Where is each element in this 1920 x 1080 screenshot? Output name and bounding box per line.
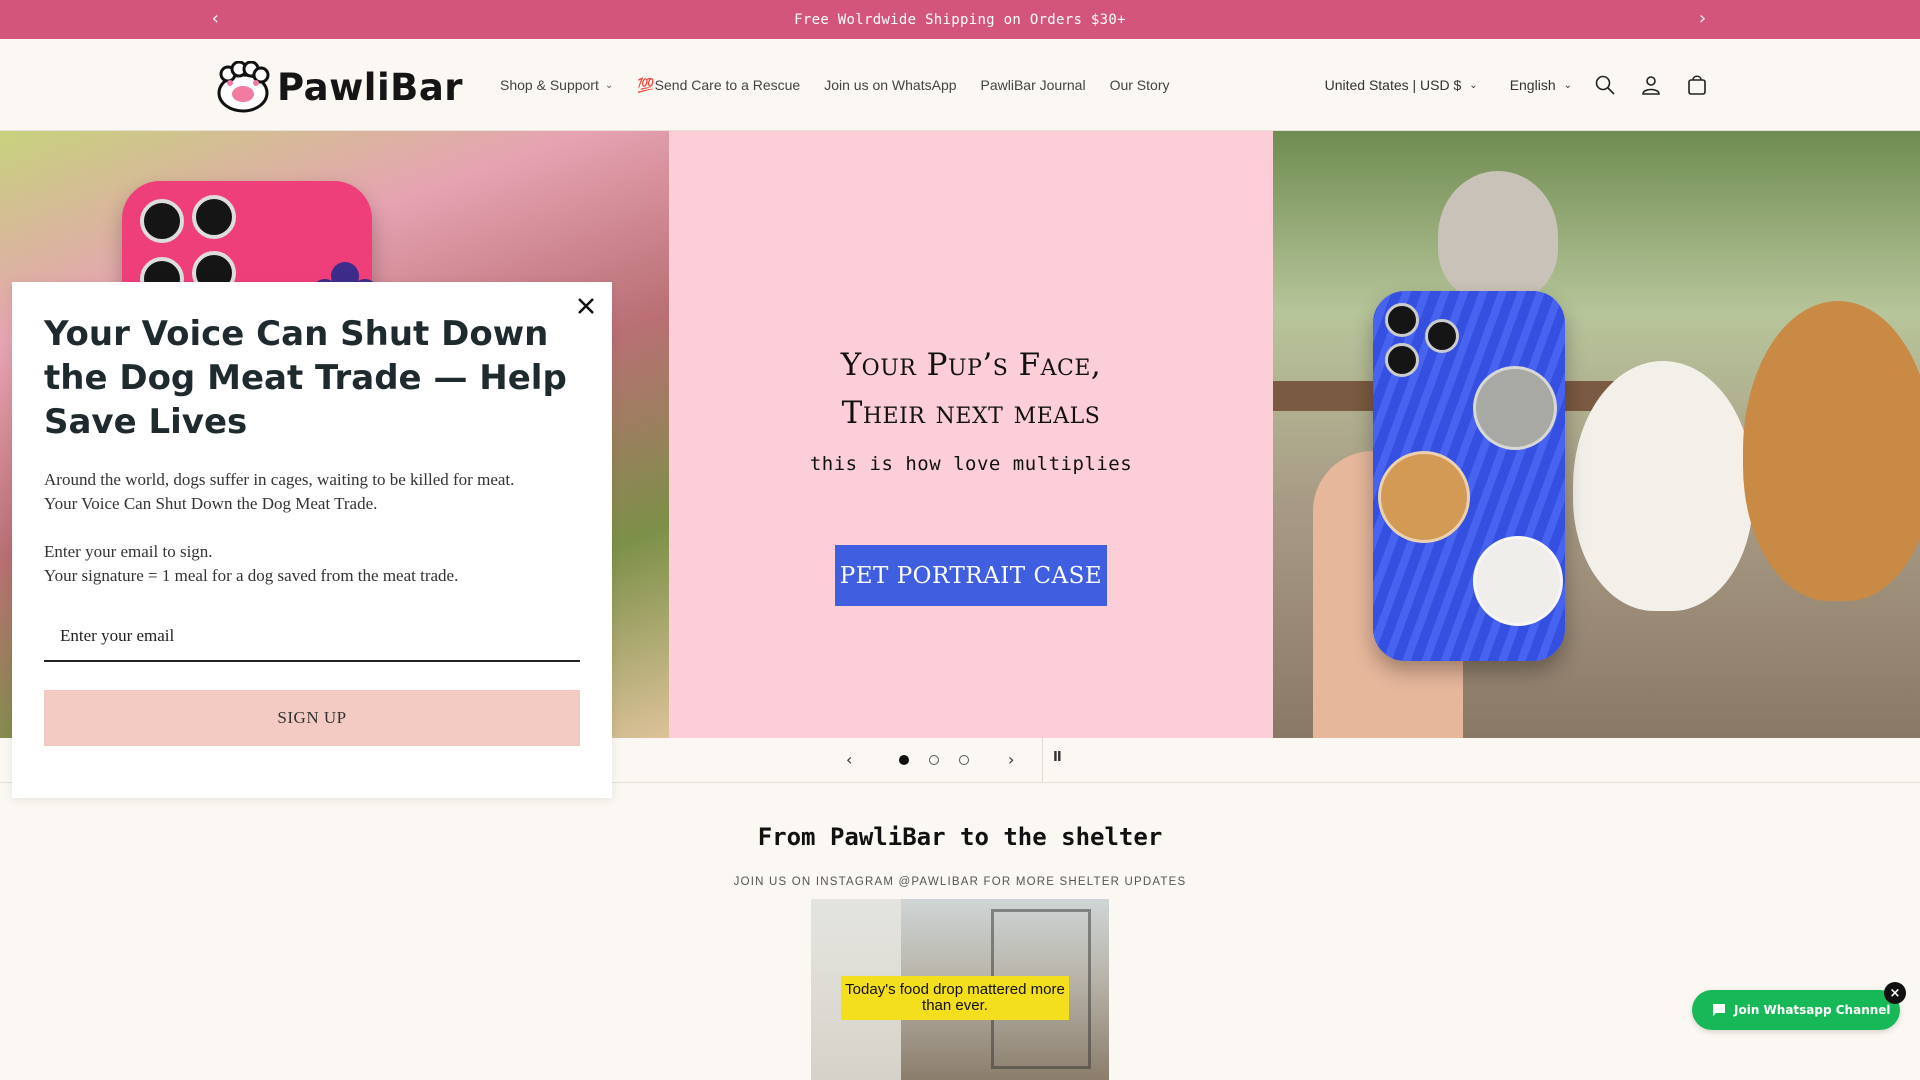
nav-send-care-label: 💯Send Care to a Rescue (637, 76, 801, 93)
hero-title-line1: Your Pup’s Face, (840, 347, 1102, 383)
chevron-down-icon: ⌄ (1563, 79, 1572, 91)
slide-prev-icon[interactable]: ‹ (846, 750, 852, 769)
nav-whatsapp[interactable]: Join us on WhatsApp (824, 77, 956, 93)
language-selector-label: English (1509, 77, 1556, 93)
camera-lens-icon (1425, 319, 1459, 353)
slide-dot-2[interactable] (929, 755, 939, 765)
phone-case-image (1373, 291, 1565, 661)
header-tools: United States | USD $ ⌄ English ⌄ (1325, 39, 1710, 131)
whatsapp-close-icon[interactable]: × (1884, 982, 1906, 1004)
hero-promo-panel: Your Pup’s Face, Their next meals this i… (669, 131, 1273, 738)
slide-next-icon[interactable]: › (1008, 750, 1014, 769)
language-selector[interactable]: English ⌄ (1510, 77, 1572, 93)
whatsapp-channel-label: Join Whatsapp Channel (1734, 1003, 1891, 1017)
hero-title-line2: Their next meals (841, 395, 1101, 431)
whatsapp-channel-button[interactable]: Join Whatsapp Channel (1692, 990, 1900, 1030)
main-nav: Shop & Support ⌄ 💯Send Care to a Rescue … (500, 39, 1169, 131)
logo-text: PawliBar (277, 65, 464, 109)
logo[interactable]: PawliBar (215, 61, 463, 113)
dog-portrait-bubble (1378, 451, 1470, 543)
hero-image-blue-phone-case (1273, 131, 1920, 738)
paw-logo-icon (217, 61, 270, 113)
nav-whatsapp-label: Join us on WhatsApp (824, 77, 957, 93)
popup-body: Around the world, dogs suffer in cages, … (44, 468, 584, 612)
popup-body-line: Enter your email to sign. (44, 542, 213, 561)
popup-body-line: Your signature = 1 meal for a dog saved … (44, 566, 459, 585)
announcement-bar: ‹ Free Wolrdwide Shipping on Orders $30+… (0, 0, 1920, 39)
email-field[interactable] (44, 612, 580, 662)
nav-journal[interactable]: PawliBar Journal (981, 77, 1086, 93)
camera-lens-icon (140, 199, 184, 243)
dog-portrait-bubble (1473, 536, 1563, 626)
nav-our-story-label: Our Story (1109, 77, 1170, 93)
nav-send-care[interactable]: 💯Send Care to a Rescue (637, 77, 800, 94)
pet-portrait-case-button[interactable]: PET PORTRAIT CASE (835, 545, 1107, 606)
sign-up-button[interactable]: SIGN UP (44, 690, 580, 746)
account-icon[interactable] (1638, 72, 1664, 98)
announcement-prev-icon[interactable]: ‹ (210, 9, 221, 29)
chat-icon (1713, 1004, 1725, 1016)
samoyed-dog-image (1573, 361, 1753, 611)
hero-subtitle: this is how love multiplies (809, 453, 1133, 475)
nav-shop-support[interactable]: Shop & Support ⌄ (500, 77, 613, 93)
camera-lens-icon (1385, 343, 1419, 377)
hero-title: Your Pup’s Face, Their next meals (841, 341, 1102, 437)
cat-portrait-bubble (1473, 366, 1557, 450)
chevron-down-icon: ⌄ (1469, 79, 1478, 91)
popup-title: Your Voice Can Shut Down the Dog Meat Tr… (44, 314, 567, 442)
divider (1042, 738, 1043, 783)
petition-popup: Your Voice Can Shut Down the Dog Meat Tr… (12, 282, 612, 798)
chevron-down-icon: ⌄ (604, 79, 614, 91)
section-title: From PawliBar to the shelter (757, 823, 1163, 851)
search-icon[interactable] (1592, 72, 1618, 98)
slide-dot-3[interactable] (959, 755, 969, 765)
country-selector-label: United States | USD $ (1324, 77, 1462, 93)
camera-lens-icon (1385, 303, 1419, 337)
popup-body-line: Around the world, dogs suffer in cages, … (44, 470, 515, 489)
nav-our-story[interactable]: Our Story (1110, 77, 1170, 93)
announcement-text: Free Wolrdwide Shipping on Orders $30+ (794, 11, 1126, 28)
cart-icon[interactable] (1684, 72, 1710, 98)
pause-icon[interactable]: II (1053, 750, 1062, 765)
slide-dot-1[interactable] (899, 755, 909, 765)
announcement-next-icon[interactable]: › (1697, 9, 1708, 29)
nav-journal-label: PawliBar Journal (980, 77, 1086, 93)
section-subtitle: JOIN US ON INSTAGRAM @PAWLIBAR FOR MORE … (733, 876, 1187, 888)
cat-image (1438, 171, 1558, 301)
site-header: PawliBar Shop & Support ⌄ 💯Send Care to … (0, 39, 1920, 131)
nav-shop-support-label: Shop & Support (500, 77, 599, 93)
camera-lens-icon (192, 195, 236, 239)
golden-retriever-image (1743, 301, 1920, 601)
country-selector[interactable]: United States | USD $ ⌄ (1325, 77, 1478, 93)
instagram-video[interactable]: Today's food drop mattered more than eve… (811, 899, 1109, 1080)
video-caption: Today's food drop mattered more than eve… (841, 976, 1069, 1020)
popup-body-line: Your Voice Can Shut Down the Dog Meat Tr… (44, 494, 378, 513)
